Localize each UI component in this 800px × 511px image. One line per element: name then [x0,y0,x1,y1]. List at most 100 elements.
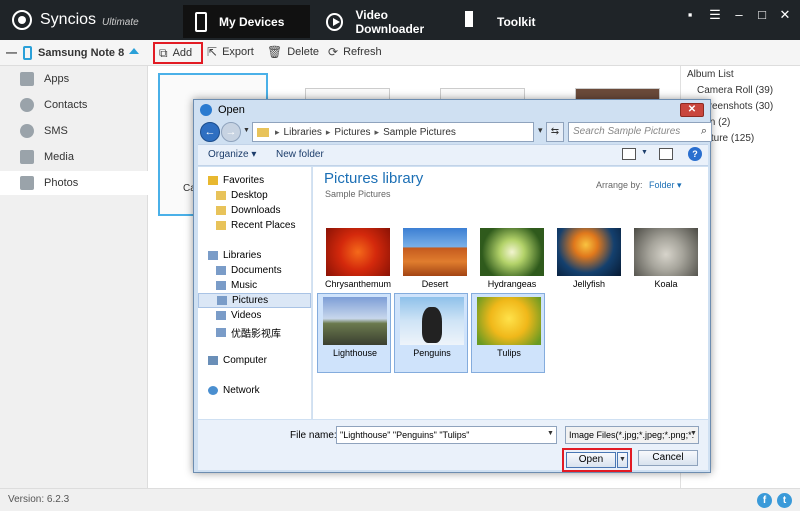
phone-icon [195,11,207,32]
file-type-select[interactable]: Image Files(*.jpg;*.jpeg;*.png;*. [565,426,699,444]
address-bar[interactable]: ▸ Libraries ▸ Pictures ▸ Sample Pictures [252,122,534,142]
export-icon: ⇱ [207,45,218,59]
history-dropdown-icon[interactable]: ▼ [243,127,250,134]
search-placeholder: Search Sample Pictures [573,126,681,137]
nav-libraries[interactable]: Libraries [208,250,261,261]
toolkit-grid-icon [465,10,485,32]
collapse-icon[interactable]: — [6,47,17,59]
view-dropdown-icon[interactable]: ▼ [641,149,648,156]
nav-youku-library[interactable]: 优酷影视库 [216,325,281,340]
menu-icon[interactable]: ☰ [705,7,725,23]
file-name-dropdown-icon[interactable]: ▼ [547,430,554,437]
add-button[interactable]: ⧉ Add [153,42,203,64]
address-refresh-button[interactable]: ⇆ [546,122,564,142]
open-file-dialog: Open ✕ ← → ▼ ▸ Libraries ▸ Pictures ▸ Sa… [193,99,712,473]
minimize-icon[interactable]: ‒ [729,7,749,22]
nav-label: Pictures [232,295,269,306]
view-icon[interactable] [622,148,636,160]
dialog-close-button[interactable]: ✕ [680,103,704,117]
photo-caption: Koala [654,279,678,289]
device-selector[interactable]: — Samsung Note 8 [6,46,124,60]
eject-icon[interactable] [129,48,139,54]
delete-button[interactable]: 🗑 Delete [267,45,319,59]
nav-label: Videos [231,310,262,321]
navigation-pane: Favorites Desktop Downloads Recent Place… [198,167,312,419]
nav-label: Recent Places [231,220,296,231]
sidebar-item-photos[interactable]: Photos [0,171,148,195]
album-item[interactable]: Camera Roll (39) [697,85,773,96]
nav-label: Documents [231,265,282,276]
preview-pane-icon[interactable] [659,148,673,160]
sidebar-item-media[interactable]: Media [0,145,148,169]
device-name: Samsung Note 8 [38,47,125,59]
photo-caption: Penguins [413,348,451,358]
search-icon: ⌕ [700,125,707,137]
nav-documents[interactable]: Documents [216,265,282,276]
arrange-by-dropdown[interactable]: Folder ▾ [649,180,682,191]
message-icon[interactable]: ▪ [680,7,700,22]
file-name-input[interactable]: "Lighthouse" "Penguins" "Tulips" [336,426,557,444]
version-label: Version: 6.2.3 [8,494,70,505]
app-logo: Syncios Ultimate [12,10,139,30]
refresh-button[interactable]: ⟳ Refresh [328,45,382,59]
twitter-icon[interactable]: t [777,493,792,508]
help-icon[interactable]: ? [688,147,702,161]
photo-item-jellyfish[interactable]: Jellyfish [552,225,626,305]
nav-recent-places[interactable]: Recent Places [216,220,295,231]
nav-pictures[interactable]: Pictures [198,293,311,308]
open-options-dropdown-icon[interactable]: ▼ [617,452,628,468]
sidebar-item-apps[interactable]: Apps [0,67,148,91]
facebook-icon[interactable]: f [757,493,772,508]
breadcrumb-item[interactable]: Sample Pictures [383,127,456,138]
sidebar-item-sms[interactable]: SMS [0,119,148,143]
open-button[interactable]: Open [566,452,616,468]
folder-icon [216,221,226,230]
nav-label: Downloads [231,205,281,216]
nav-music[interactable]: Music [216,280,257,291]
breadcrumb-item[interactable]: Libraries [284,127,322,138]
search-input[interactable]: Search Sample Pictures ⌕ [568,122,712,142]
cancel-button[interactable]: Cancel [638,450,698,466]
library-icon [208,251,218,260]
photo-item-lighthouse[interactable]: Lighthouse [317,293,391,373]
nav-favorites[interactable]: Favorites [208,175,264,186]
library-icon [216,328,226,337]
nav-desktop[interactable]: Desktop [216,190,268,201]
export-button[interactable]: ⇱ Export [207,45,254,59]
tab-video-downloader[interactable]: Video Downloader [326,5,456,38]
photo-caption: Chrysanthemum [324,279,392,289]
photo-caption: Lighthouse [332,348,378,358]
photo-caption: Desert [421,279,449,289]
photo-item-penguins[interactable]: Penguins [394,293,468,373]
sidebar: Apps Contacts SMS Media Photos [0,66,148,488]
close-icon[interactable]: ✕ [775,7,795,23]
sidebar-item-contacts[interactable]: Contacts [0,93,148,117]
photo-item-tulips[interactable]: Tulips [471,293,545,373]
nav-label: Network [223,385,260,396]
library-title: Pictures library [324,170,424,187]
forward-button[interactable]: → [221,122,241,142]
photo-item-koala[interactable]: Koala [629,225,703,305]
sms-icon [20,124,34,138]
media-icon [20,150,34,164]
tab-my-devices[interactable]: My Devices [183,5,310,38]
maximize-icon[interactable]: □ [752,7,772,22]
nav-downloads[interactable]: Downloads [216,205,280,216]
arrange-value: Folder [649,180,675,190]
nav-videos[interactable]: Videos [216,310,261,321]
address-dropdown-icon[interactable]: ▾ [538,125,543,136]
new-folder-button[interactable]: New folder [276,149,324,160]
file-type-dropdown-icon[interactable]: ▼ [690,430,697,437]
sidebar-item-label: Photos [44,177,79,189]
photos-icon [20,176,34,190]
photo-thumbnail [326,228,390,276]
folder-icon [216,206,226,215]
organize-menu[interactable]: Organize ▾ [208,149,256,160]
photo-thumbnail [400,297,464,345]
nav-computer[interactable]: Computer [208,355,267,366]
breadcrumb-item[interactable]: Pictures [334,127,370,138]
nav-network[interactable]: Network [208,385,260,396]
tab-toolkit[interactable]: Toolkit [465,5,585,38]
sidebar-item-label: Media [44,151,74,163]
back-button[interactable]: ← [200,122,220,142]
